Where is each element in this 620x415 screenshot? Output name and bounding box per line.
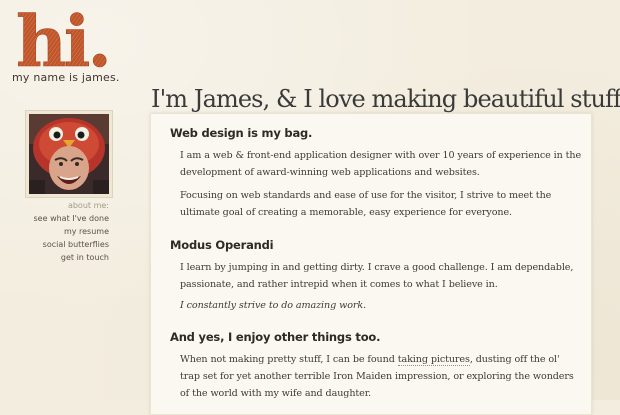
page-headline: I'm James, & I love making beautiful stu… xyxy=(151,85,620,113)
avatar xyxy=(25,110,113,198)
section-paragraph: I learn by jumping in and getting dirty.… xyxy=(180,262,574,290)
nav-link-social[interactable]: social butterflies xyxy=(34,238,109,251)
svg-text:hi.: hi. xyxy=(16,6,109,72)
section-title-other-things: And yes, I enjoy other things too. xyxy=(170,330,381,344)
paragraph-text: When not making pretty stuff, I can be f… xyxy=(180,354,398,365)
nav-heading: about me: xyxy=(67,201,109,210)
content-panel: Web design is my bag. I am a web & front… xyxy=(150,113,592,415)
taking-pictures-link[interactable]: taking pictures xyxy=(397,354,470,366)
site-logo[interactable]: hi. xyxy=(14,6,114,72)
profile-photo-icon xyxy=(29,114,109,194)
section-paragraph-italic: I constantly strive to do amazing work. xyxy=(180,300,367,311)
section-paragraph: I am a web & front-end application desig… xyxy=(180,150,582,178)
section-paragraph: Focusing on web standards and ease of us… xyxy=(180,190,552,218)
logo-wordmark: hi. xyxy=(16,6,112,72)
nav-link-resume[interactable]: my resume xyxy=(34,225,109,238)
nav-link-portfolio[interactable]: see what I've done xyxy=(34,212,109,225)
section-paragraph: When not making pretty stuff, I can be f… xyxy=(180,351,582,402)
site-tagline: my name is james. xyxy=(12,71,120,84)
section-title-web-design: Web design is my bag. xyxy=(170,126,313,140)
nav-link-contact[interactable]: get in touch xyxy=(34,251,109,264)
section-title-modus-operandi: Modus Operandi xyxy=(170,238,274,252)
side-navigation: about me: see what I've done my resume s… xyxy=(34,199,109,264)
